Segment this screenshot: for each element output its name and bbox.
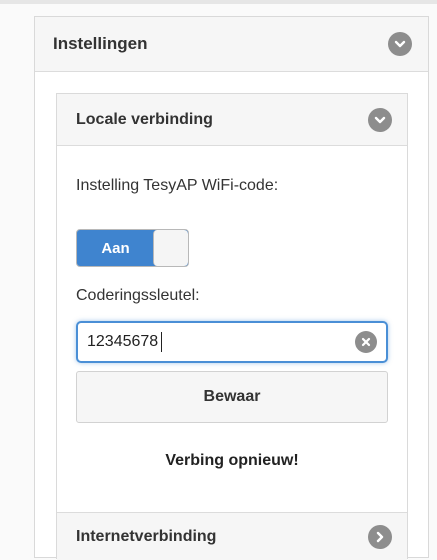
reconnect-link[interactable]: Verbing opnieuw! — [76, 452, 388, 470]
encryption-key-label: Coderingssleutel: — [76, 287, 200, 304]
chevron-down-icon[interactable] — [368, 107, 392, 132]
chevron-right-icon[interactable] — [368, 524, 392, 549]
chevron-down-icon[interactable] — [388, 32, 412, 56]
wifi-code-toggle[interactable]: Aan — [76, 229, 189, 267]
encryption-key-field[interactable]: 12345678 — [87, 332, 355, 352]
toggle-knob[interactable] — [153, 230, 188, 266]
internet-connection-title: Internetverbinding — [76, 527, 217, 545]
top-divider — [0, 0, 437, 4]
wifi-code-label: Instelling TesyAP WiFi-code: — [76, 177, 279, 194]
local-connection-header[interactable]: Locale verbinding — [57, 94, 407, 146]
local-connection-title: Locale verbinding — [76, 110, 213, 128]
internet-connection-header[interactable]: Internetverbinding — [57, 512, 407, 560]
settings-panel: Instellingen Locale verbinding Instellin… — [34, 16, 429, 560]
encryption-key-value: 12345678 — [87, 333, 159, 350]
toggle-state-label: Aan — [101, 239, 130, 257]
clear-icon[interactable] — [355, 331, 377, 353]
settings-panel-header[interactable]: Instellingen — [35, 17, 428, 72]
text-caret — [161, 332, 163, 352]
encryption-key-input[interactable]: 12345678 — [76, 321, 388, 363]
local-connection-panel: Locale verbinding Instelling TesyAP WiFi… — [56, 93, 408, 560]
save-button[interactable]: Bewaar — [76, 371, 388, 423]
settings-panel-title: Instellingen — [53, 34, 148, 53]
